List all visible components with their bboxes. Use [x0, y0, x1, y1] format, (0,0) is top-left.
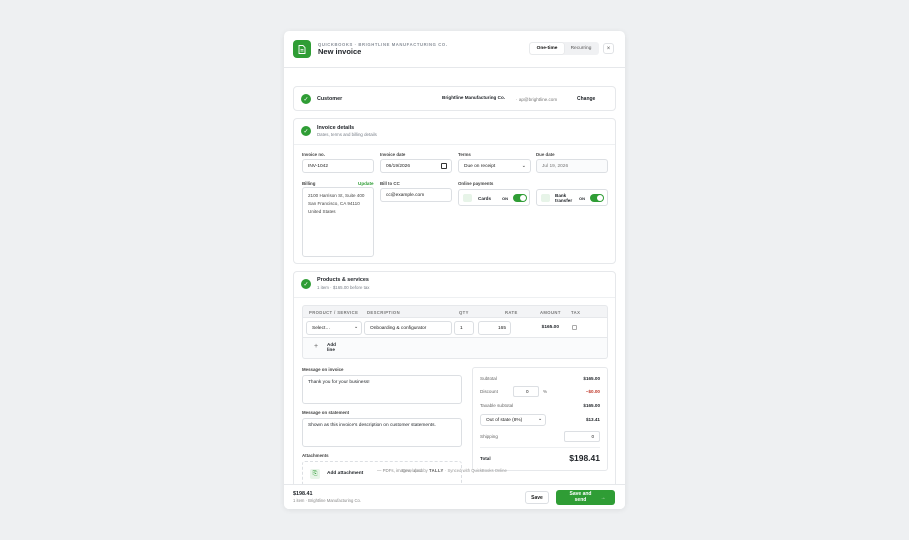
bank-icon — [541, 194, 550, 202]
products-subtitle: 1 item · $165.00 before tax — [317, 285, 370, 290]
shipping-input[interactable]: 0 — [564, 431, 600, 442]
footer-subtext: 1 item · Brightline Manufacturing Co. — [293, 498, 361, 503]
check-icon: ✓ — [301, 279, 311, 289]
discount-input[interactable]: 0 — [513, 386, 539, 397]
add-line-row[interactable]: + Add line — [302, 338, 608, 359]
invoice-date-input[interactable]: 06/19/2026 — [380, 159, 452, 173]
totals-panel: Subtotal $165.00 Discount 0 % −$0.00 Taxa… — [472, 367, 608, 471]
tax-rate-select[interactable]: Out of state (8%) ⌄ — [480, 414, 546, 426]
billing-address-line: San Francisco, CA 94110 — [308, 200, 360, 206]
invoice-details-card: ✓ Invoice details Dates, terms and billi… — [293, 118, 616, 264]
bill-to-cc-input[interactable]: cc@example.com — [380, 188, 452, 202]
page-title: New invoice — [318, 47, 362, 56]
shipping-row: Shipping 0 — [480, 431, 600, 442]
save-and-send-button[interactable]: Save and send → — [556, 490, 615, 505]
online-payments-label: Online payments — [458, 181, 494, 186]
bank-state: ON — [579, 196, 585, 201]
invoice-no-input[interactable]: INV-1042 — [302, 159, 374, 173]
modal-footer: $198.41 1 item · Brightline Manufacturin… — [284, 484, 625, 509]
check-icon: ✓ — [301, 94, 311, 104]
document-icon — [293, 40, 311, 58]
cards-label: Cards — [478, 196, 492, 201]
tab-recurring[interactable]: Recurring — [564, 43, 598, 54]
update-billing-link[interactable]: Update — [358, 181, 374, 186]
plus-icon: + — [314, 343, 319, 350]
tab-one-time[interactable]: One-time — [530, 43, 564, 54]
products-title: Products & services — [317, 277, 369, 283]
close-button[interactable]: × — [603, 43, 614, 54]
message-invoice-label: Message on invoice — [302, 367, 344, 372]
customer-label: Customer — [317, 96, 343, 102]
bank-toggle-row[interactable]: Bank transfer ON — [536, 189, 608, 206]
column-header: RATE — [505, 310, 518, 315]
column-header: PRODUCT / SERVICE — [309, 310, 359, 315]
description-input[interactable]: Onboarding & configurator — [364, 321, 452, 335]
due-date-label: Due date — [536, 152, 555, 157]
customer-name: Brightline Manufacturing Co. — [442, 95, 506, 100]
invoice-no-label: Invoice no. — [302, 152, 325, 157]
invoice-date-label: Invoice date — [380, 152, 406, 157]
tax-row: Out of state (8%) ⌄ $13.41 — [480, 414, 600, 428]
customer-card: ✓ Customer Brightline Manufacturing Co. … — [293, 86, 616, 111]
bank-toggle[interactable] — [590, 194, 604, 202]
developer-note: Developed by TALLY · Synced with QuickBo… — [402, 468, 507, 473]
chevron-down-icon: ⌄ — [521, 163, 526, 169]
billing-address-line: United States — [308, 208, 336, 214]
taxable-row: Taxable subtotal $165.00 — [480, 403, 600, 408]
details-title: Invoice details — [317, 125, 355, 131]
terms-select[interactable]: Due on receipt ⌄ — [458, 159, 531, 173]
table-header: PRODUCT / SERVICE DESCRIPTION QTY RATE A… — [302, 305, 608, 318]
card-icon — [463, 194, 472, 202]
subtotal-row: Subtotal $165.00 — [480, 376, 600, 381]
rate-input[interactable]: 165 — [478, 321, 511, 335]
column-header: QTY — [459, 310, 469, 315]
save-button[interactable]: Save — [525, 491, 549, 504]
total-row: Total $198.41 — [480, 453, 600, 463]
customer-email: · ap@brightline.com — [516, 97, 558, 102]
close-icon: × — [606, 45, 611, 52]
qty-input[interactable]: 1 — [454, 321, 474, 335]
invoice-modal: QUICKBOOKS · BRIGHTLINE MANUFACTURING CO… — [284, 31, 625, 509]
billing-label: Billing — [302, 181, 316, 186]
terms-label: Terms — [458, 152, 471, 157]
chevron-down-icon: ⌄ — [537, 417, 542, 422]
bill-to-cc-label: Bill to CC — [380, 181, 400, 186]
chevron-down-icon: ⌄ — [353, 325, 358, 330]
cards-state: ON — [502, 196, 508, 201]
cards-toggle[interactable] — [513, 194, 527, 202]
due-date-value: Jul 19, 2026 — [536, 159, 608, 173]
details-subtitle: Dates, terms and billing details — [317, 132, 377, 137]
billing-address-line: 2100 Harrison St, Suite 400 — [308, 193, 365, 198]
billing-address[interactable]: 2100 Harrison St, Suite 400 San Francisc… — [302, 187, 374, 257]
change-customer-button[interactable]: Change — [577, 96, 595, 102]
column-header: DESCRIPTION — [367, 310, 401, 315]
bank-label: Bank transfer — [555, 193, 573, 204]
column-header: AMOUNT — [540, 310, 561, 315]
modal-header: QUICKBOOKS · BRIGHTLINE MANUFACTURING CO… — [284, 31, 625, 68]
footer-amount: $198.41 — [293, 491, 313, 497]
attachments-label: Attachments — [302, 453, 329, 458]
table-row: Select… ⌄ Onboarding & configurator 1 16… — [302, 318, 608, 338]
calendar-icon — [441, 163, 447, 169]
message-statement-label: Message on statement — [302, 410, 350, 415]
cards-toggle-row[interactable]: Cards ON — [458, 189, 530, 206]
message-statement-textarea[interactable]: Shown as this invoice's description on c… — [302, 418, 462, 447]
add-line-button[interactable]: Add line — [327, 342, 341, 353]
column-header: TAX — [571, 310, 581, 315]
amount-value: $165.00 — [541, 325, 559, 330]
attachment-dropzone[interactable]: ⎘ Add attachment — PDFs, images, .docx — [302, 461, 462, 486]
products-card: ✓ Products & services 1 item · $165.00 b… — [293, 271, 616, 492]
product-select[interactable]: Select… ⌄ — [306, 321, 362, 335]
discount-row: Discount 0 % −$0.00 — [480, 386, 600, 397]
invoice-type-toggle: One-time Recurring — [529, 42, 599, 55]
arrow-right-icon: → — [600, 494, 606, 501]
check-icon: ✓ — [301, 126, 311, 136]
message-invoice-textarea[interactable]: Thank you for your business! — [302, 375, 462, 404]
tax-checkbox[interactable] — [572, 325, 577, 330]
